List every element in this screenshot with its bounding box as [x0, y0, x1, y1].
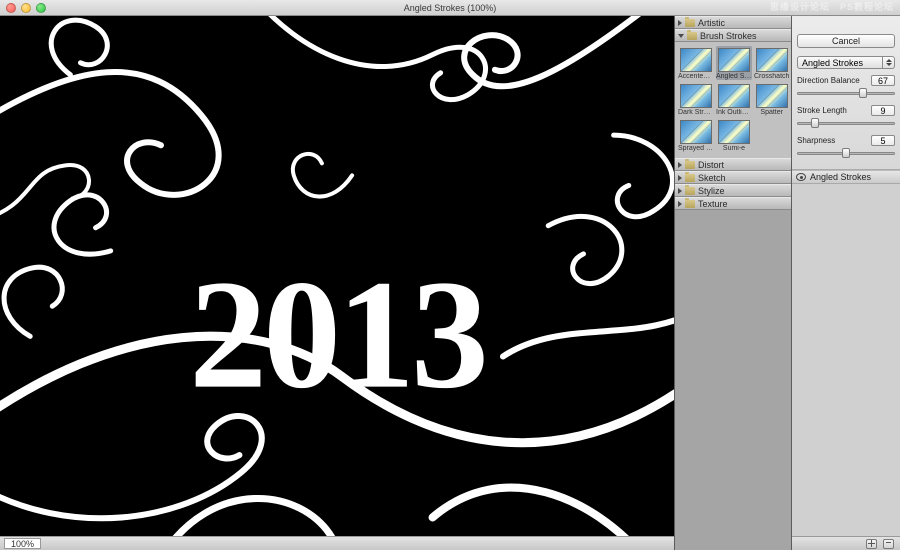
param-label: Sharpness [797, 136, 835, 145]
canvas-year-text: 2013 [189, 248, 485, 421]
filter-options-top: Cancel Angled Strokes Direction Balance 6… [792, 16, 900, 170]
category-header[interactable]: Artistic [675, 16, 791, 29]
filter-options-panel: Cancel Angled Strokes Direction Balance 6… [792, 16, 900, 550]
param-slider[interactable] [797, 117, 895, 129]
filter-thumb-label: Dark Strokes [678, 109, 714, 116]
filter-gallery-panel: ArtisticBrush StrokesAccented EdgesAngle… [674, 16, 792, 550]
disclosure-icon [678, 188, 682, 194]
disclosure-icon [678, 201, 682, 207]
filter-thumb[interactable]: Accented Edges [678, 46, 714, 80]
filter-thumb-label: Angled Strokes [716, 73, 752, 80]
effect-layer-label: Angled Strokes [810, 172, 871, 182]
effect-layer-row[interactable]: Angled Strokes [792, 171, 900, 184]
filter-thumb-image [718, 84, 750, 108]
filter-thumb[interactable]: Angled Strokes [716, 46, 752, 80]
effect-stack-footer [792, 536, 900, 550]
category-header[interactable]: Brush Strokes [675, 29, 791, 42]
zoom-level[interactable]: 100% [4, 538, 41, 549]
filter-thumb[interactable]: Spatter [754, 82, 789, 116]
disclosure-icon [678, 175, 682, 181]
param-control: Sharpness 5 [797, 135, 895, 159]
minimize-icon[interactable] [21, 3, 31, 13]
statusbar: 100% [0, 536, 674, 550]
param-control: Stroke Length 9 [797, 105, 895, 129]
filter-thumb[interactable]: Sumi-e [716, 118, 752, 152]
visibility-icon[interactable] [796, 173, 806, 181]
filter-thumb[interactable]: Sprayed Strokes [678, 118, 714, 152]
param-label: Stroke Length [797, 106, 847, 115]
param-control: Direction Balance 67 [797, 75, 895, 99]
window-title: Angled Strokes (100%) [404, 3, 497, 13]
filter-thumb[interactable]: Ink Outlines [716, 82, 752, 116]
folder-icon [685, 200, 695, 208]
new-effect-layer-button[interactable] [866, 539, 877, 549]
workspace: 2013 100% ArtisticBrush StrokesAccented … [0, 16, 900, 550]
close-icon[interactable] [6, 3, 16, 13]
effect-layer-stack: Angled Strokes [792, 170, 900, 550]
category-header[interactable]: Stylize [675, 184, 791, 197]
filter-thumb-image [680, 120, 712, 144]
param-value[interactable]: 5 [871, 135, 895, 146]
filter-thumb-image [718, 48, 750, 72]
preview-canvas[interactable]: 2013 [0, 16, 674, 536]
param-slider[interactable] [797, 87, 895, 99]
disclosure-icon [678, 34, 684, 38]
category-label: Artistic [698, 18, 725, 28]
filter-thumb-label: Crosshatch [754, 73, 789, 80]
filter-thumb-label: Ink Outlines [716, 109, 752, 116]
folder-icon [685, 161, 695, 169]
filter-thumb-label: Accented Edges [678, 73, 714, 80]
folder-icon [685, 187, 695, 195]
slider-knob[interactable] [842, 148, 850, 158]
folder-icon [685, 19, 695, 27]
param-slider[interactable] [797, 147, 895, 159]
category-label: Sketch [698, 173, 726, 183]
filter-thumb-label: Sprayed Strokes [678, 145, 714, 152]
category-header[interactable]: Sketch [675, 171, 791, 184]
disclosure-icon [678, 20, 682, 26]
param-label: Direction Balance [797, 76, 860, 85]
filter-thumb-image [680, 84, 712, 108]
folder-icon [687, 32, 697, 40]
category-header[interactable]: Distort [675, 158, 791, 171]
param-value[interactable]: 67 [871, 75, 895, 86]
category-label: Stylize [698, 186, 725, 196]
param-value[interactable]: 9 [871, 105, 895, 116]
filter-thumb-image [756, 84, 788, 108]
trash-icon[interactable] [883, 539, 894, 549]
category-label: Brush Strokes [700, 31, 757, 41]
filter-thumb-image [680, 48, 712, 72]
filter-thumb-label: Spatter [760, 109, 783, 116]
filter-thumb-image [718, 120, 750, 144]
slider-knob[interactable] [811, 118, 819, 128]
category-label: Distort [698, 160, 724, 170]
category-header[interactable]: Texture [675, 197, 791, 210]
filter-select-value: Angled Strokes [797, 56, 883, 69]
filter-thumb[interactable]: Dark Strokes [678, 82, 714, 116]
filter-thumb-image [756, 48, 788, 72]
filter-thumb-grid: Accented EdgesAngled StrokesCrosshatch Da… [675, 42, 791, 158]
disclosure-icon [678, 162, 682, 168]
filter-thumb-label: Sumi-e [723, 145, 745, 152]
filter-select[interactable]: Angled Strokes [797, 56, 895, 69]
filter-thumb[interactable]: Crosshatch [754, 46, 789, 80]
titlebar: Angled Strokes (100%) [0, 0, 900, 16]
traffic-lights [6, 3, 46, 13]
category-label: Texture [698, 199, 728, 209]
zoom-icon[interactable] [36, 3, 46, 13]
chevron-updown-icon[interactable] [883, 56, 895, 69]
slider-knob[interactable] [859, 88, 867, 98]
folder-icon [685, 174, 695, 182]
cancel-button[interactable]: Cancel [797, 34, 895, 48]
canvas-area: 2013 100% [0, 16, 674, 550]
